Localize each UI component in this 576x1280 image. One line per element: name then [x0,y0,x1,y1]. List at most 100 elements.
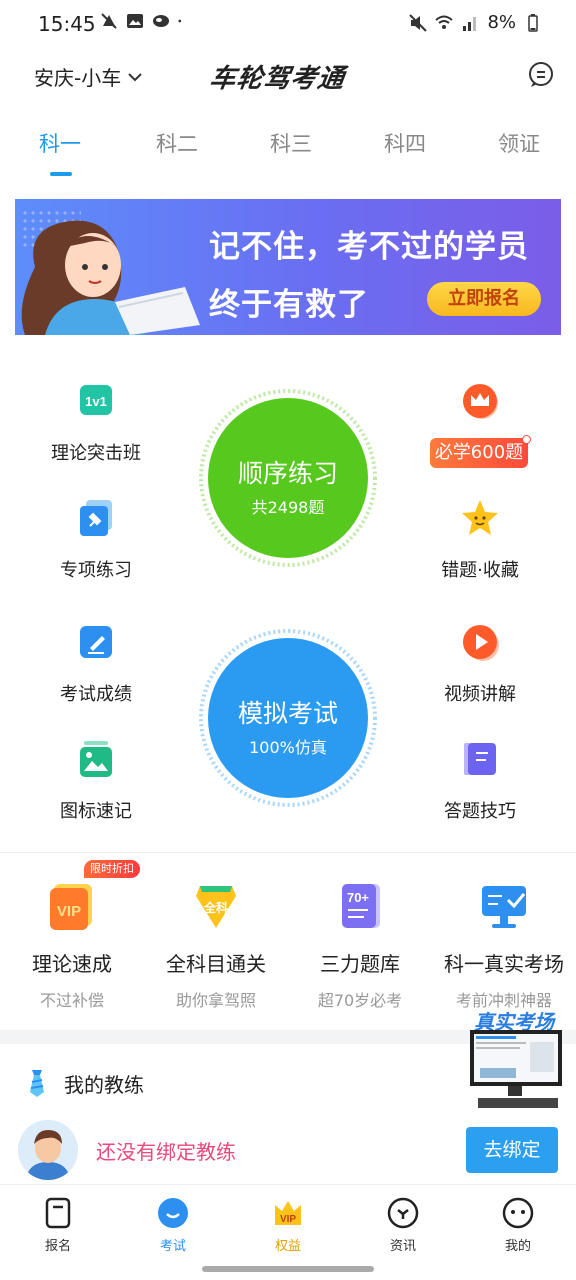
vip-title: 科一真实考场 [444,952,564,976]
monitor-check-icon [478,880,530,932]
vip-subtitle: 助你拿驾照 [175,991,256,1010]
status-system-icons: 8% [409,12,542,33]
nav-label: 资讯 [389,1239,416,1254]
battery-percent: 8% [487,12,516,33]
status-notification-icons [100,12,186,30]
coach-section-title: 我的教练 [64,1072,144,1097]
feature-must-learn-600[interactable] [410,381,550,421]
feature-mistakes-favorites[interactable]: 错题·收藏 [410,498,550,582]
vip-subtitle: 不过补偿 [39,991,104,1010]
vip-title: 三力题库 [320,952,400,976]
feature-label: 错题·收藏 [441,560,519,581]
svg-text:VIP: VIP [57,903,81,920]
banner-subheadline: 终于有救了 [209,287,369,323]
status-bar: 15:45 8% [0,0,576,48]
vip-three-abilities-bank[interactable]: 70+ 三力题库 超70岁必考 [288,880,432,1011]
svg-text:VIP: VIP [280,1214,296,1225]
banner-headline: 记不住，考不过的学员 [209,229,529,265]
nav-news[interactable]: 资讯 [363,1197,443,1254]
tab-license[interactable]: 领证 [479,128,559,158]
feature-label: 答题技巧 [444,801,516,822]
subject-tabs: 科一 科二 科三 科四 领证 [0,128,576,178]
enroll-now-button[interactable]: 立即报名 [427,282,541,316]
feature-label: 视频讲解 [444,684,516,705]
muted-notification-icon [101,13,117,29]
svg-text:1v1: 1v1 [85,394,107,409]
image-icon [76,739,116,779]
app-logo: 车轮驾考通 [207,64,347,94]
must-learn-600-badge[interactable]: 必学600题 [430,435,531,468]
promo-banner[interactable]: 记不住，考不过的学员 终于有救了 立即报名 [15,199,561,335]
limited-discount-badge: 限时折扣 [84,860,140,878]
vip-title: 理论速成 [32,952,112,976]
tie-icon [30,1070,44,1097]
status-time: 15:45 [38,12,96,36]
app-notification-icon [153,15,169,27]
1v1-icon: 1v1 [76,381,116,421]
bind-coach-button[interactable]: 去绑定 [466,1127,558,1173]
feature-label: 专项练习 [60,560,132,581]
tab-subject-2[interactable]: 科二 [137,128,217,158]
battery-icon [528,13,538,32]
tab-subject-1[interactable]: 科一 [20,128,100,158]
profile-icon [502,1197,534,1229]
message-icon[interactable] [527,60,555,88]
vip-subtitle: 超70岁必考 [317,991,403,1010]
tab-subject-3[interactable]: 科三 [251,128,331,158]
svg-text:全科: 全科 [203,900,228,915]
feature-theory-sprint[interactable]: 1v1 理论突击班 [26,381,166,465]
feature-answer-tips[interactable]: 答题技巧 [410,739,550,823]
vip-theory-fast-track[interactable]: VIP 理论速成 不过补偿 [0,880,144,1011]
exam-icon [157,1197,189,1229]
pin-icon [76,498,116,538]
student-illustration [21,220,200,335]
signup-icon [42,1197,74,1229]
feature-special-practice[interactable]: 专项练习 [26,498,166,582]
70-plus-icon: 70+ [334,880,386,932]
feature-label: 图标速记 [60,801,132,822]
play-icon [460,622,500,662]
dot-icon [178,19,182,23]
edit-icon [76,622,116,662]
vip-icon: VIP [46,880,98,932]
exam-title: 模拟考试 [237,699,338,728]
feature-label: 考试成绩 [60,684,132,705]
feature-video-explain[interactable]: 视频讲解 [410,622,550,706]
vip-title: 全科目通关 [166,952,266,976]
home-indicator[interactable] [202,1266,374,1272]
star-icon [460,498,500,538]
nav-label: 权益 [274,1239,301,1254]
vip-real-exam-room[interactable]: 科一真实考场 考前冲刺神器 [432,880,576,1011]
chevron-down-icon [128,72,142,81]
feature-label: 理论突击班 [51,443,141,464]
mock-exam-button[interactable]: 模拟考试 100%仿真 [198,628,378,808]
bottom-nav: 报名 考试 VIP 权益 资讯 我的 [0,1184,576,1255]
practice-title: 顺序练习 [237,459,338,488]
exam-subtitle: 100%仿真 [249,738,327,757]
vip-all-subjects-pass[interactable]: 全科 全科目通关 助你拿驾照 [144,880,288,1011]
nav-exam[interactable]: 考试 [133,1197,213,1254]
my-coach-header: 我的教练 [24,1068,144,1098]
gallery-icon [127,14,143,28]
section-divider [0,852,576,853]
tab-subject-4[interactable]: 科四 [365,128,445,158]
nav-label: 我的 [504,1239,531,1254]
practice-count: 共2498题 [251,498,325,517]
news-icon [387,1197,419,1229]
no-coach-message: 还没有绑定教练 [96,1140,236,1164]
all-subjects-icon: 全科 [190,880,242,932]
signal-icon [463,16,477,31]
city-selector[interactable]: 安庆-小车 [34,62,143,91]
crown-icon [460,381,500,421]
mute-icon [409,13,428,32]
sequential-practice-button[interactable]: 顺序练习 共2498题 [198,388,378,568]
exam-computer-icon [470,1030,562,1108]
nav-profile[interactable]: 我的 [478,1197,558,1254]
real-exam-promo[interactable]: 真实考场 [468,1006,568,1110]
vip-crown-icon: VIP [272,1197,304,1229]
nav-signup[interactable]: 报名 [18,1197,98,1254]
nav-benefits[interactable]: VIP 权益 [248,1197,328,1254]
feature-exam-scores[interactable]: 考试成绩 [26,622,166,706]
feature-sign-memorize[interactable]: 图标速记 [26,739,166,823]
city-label: 安庆-小车 [34,66,122,90]
